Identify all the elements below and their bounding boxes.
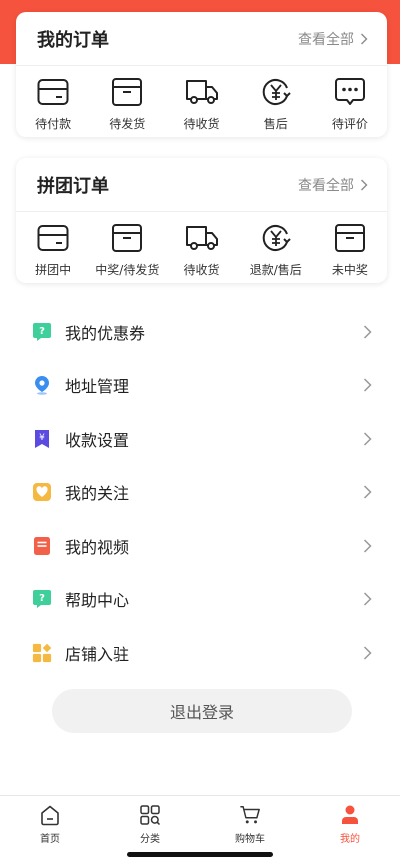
category-icon bbox=[139, 804, 161, 826]
svg-text:¥: ¥ bbox=[39, 433, 45, 443]
settings-menu: ? 我的优惠券 地址管理 ¥ 收款设置 我的关注 我的视频 ? 帮助中心 店铺入… bbox=[0, 305, 400, 680]
group-orders-title: 拼团订单 bbox=[37, 175, 109, 197]
order-pending-payment[interactable]: 待付款 bbox=[16, 66, 90, 137]
group-order-pending-receipt[interactable]: 待收货 bbox=[164, 212, 238, 283]
view-all-label: 查看全部 bbox=[298, 31, 354, 48]
tab-label: 分类 bbox=[140, 834, 160, 845]
order-pending-review[interactable]: 待评价 bbox=[313, 66, 387, 137]
group-order-refund-after-sales[interactable]: 退款/售后 bbox=[239, 212, 313, 283]
box-icon bbox=[333, 221, 367, 255]
heart-icon bbox=[32, 482, 52, 502]
refund-icon bbox=[259, 221, 293, 255]
menu-item-label: 帮助中心 bbox=[65, 591, 130, 611]
profile-icon bbox=[339, 804, 361, 826]
group-order-item-label: 拼团中 bbox=[35, 263, 72, 277]
chevron-right-icon bbox=[363, 432, 372, 446]
tab-profile[interactable]: 我的 bbox=[300, 796, 400, 864]
payment-icon: ¥ bbox=[32, 429, 52, 449]
menu-item-label: 店铺入驻 bbox=[65, 644, 130, 664]
my-orders-card: 我的订单 查看全部 待付款 待发货 待收货 售后 待评价 bbox=[16, 12, 387, 137]
view-all-label: 查看全部 bbox=[298, 177, 354, 194]
my-orders-view-all-link[interactable]: 查看全部 bbox=[298, 29, 368, 49]
group-order-not-won[interactable]: 未中奖 bbox=[313, 212, 387, 283]
help-icon: ? bbox=[32, 589, 52, 609]
chevron-right-icon bbox=[361, 179, 368, 190]
refund-icon bbox=[259, 75, 293, 109]
group-orders-view-all-link[interactable]: 查看全部 bbox=[298, 175, 368, 195]
order-after-sales[interactable]: 售后 bbox=[239, 66, 313, 137]
menu-item-help-center[interactable]: ? 帮助中心 bbox=[0, 573, 400, 627]
card-icon bbox=[36, 75, 70, 109]
order-pending-receipt[interactable]: 待收货 bbox=[164, 66, 238, 137]
svg-text:?: ? bbox=[39, 593, 45, 604]
svg-text:?: ? bbox=[39, 326, 45, 337]
chevron-right-icon bbox=[363, 325, 372, 339]
group-order-item-label: 未中奖 bbox=[331, 263, 368, 277]
coupon-icon: ? bbox=[32, 322, 52, 342]
group-order-in-progress[interactable]: 拼团中 bbox=[16, 212, 90, 283]
group-orders-card: 拼团订单 查看全部 拼团中 中奖/待发货 待收货 退款/售后 未中奖 bbox=[16, 158, 387, 283]
cart-icon bbox=[239, 804, 261, 826]
menu-item-store-registration[interactable]: 店铺入驻 bbox=[0, 626, 400, 680]
menu-item-payment-settings[interactable]: ¥ 收款设置 bbox=[0, 412, 400, 466]
my-orders-title: 我的订单 bbox=[37, 29, 109, 51]
group-order-item-label: 待收货 bbox=[183, 263, 220, 277]
tab-label: 我的 bbox=[340, 834, 360, 845]
menu-item-address[interactable]: 地址管理 bbox=[0, 359, 400, 413]
group-order-item-label: 中奖/待发货 bbox=[95, 263, 160, 277]
chevron-right-icon bbox=[363, 485, 372, 499]
chevron-right-icon bbox=[363, 378, 372, 392]
box-icon bbox=[110, 221, 144, 255]
my-orders-header: 我的订单 查看全部 bbox=[16, 12, 387, 66]
group-orders-header: 拼团订单 查看全部 bbox=[16, 158, 387, 212]
logout-button[interactable]: 退出登录 bbox=[52, 689, 352, 733]
truck-icon bbox=[185, 75, 219, 109]
store-icon bbox=[32, 643, 52, 663]
comment-icon bbox=[333, 75, 367, 109]
menu-item-label: 收款设置 bbox=[65, 430, 130, 450]
card-icon bbox=[36, 221, 70, 255]
tab-label: 首页 bbox=[40, 834, 60, 845]
location-icon bbox=[32, 375, 52, 395]
truck-icon bbox=[185, 221, 219, 255]
home-indicator bbox=[127, 852, 273, 857]
menu-item-label: 地址管理 bbox=[65, 377, 130, 397]
menu-item-label: 我的关注 bbox=[65, 484, 130, 504]
order-item-label: 待付款 bbox=[35, 117, 72, 131]
video-icon bbox=[32, 536, 52, 556]
order-item-label: 待收货 bbox=[183, 117, 220, 131]
chevron-right-icon bbox=[361, 33, 368, 44]
chevron-right-icon bbox=[363, 592, 372, 606]
menu-item-following[interactable]: 我的关注 bbox=[0, 466, 400, 520]
box-icon bbox=[110, 75, 144, 109]
tab-home[interactable]: 首页 bbox=[0, 796, 100, 864]
menu-item-label: 我的视频 bbox=[65, 537, 130, 557]
tab-label: 购物车 bbox=[235, 834, 265, 845]
menu-item-label: 我的优惠券 bbox=[65, 323, 146, 343]
order-item-label: 售后 bbox=[263, 117, 288, 131]
order-pending-shipment[interactable]: 待发货 bbox=[90, 66, 164, 137]
home-icon bbox=[39, 804, 61, 826]
order-item-label: 待发货 bbox=[109, 117, 146, 131]
group-order-won-pending-shipment[interactable]: 中奖/待发货 bbox=[90, 212, 164, 283]
chevron-right-icon bbox=[363, 539, 372, 553]
menu-item-videos[interactable]: 我的视频 bbox=[0, 519, 400, 573]
menu-item-coupons[interactable]: ? 我的优惠券 bbox=[0, 305, 400, 359]
chevron-right-icon bbox=[363, 646, 372, 660]
order-item-label: 待评价 bbox=[331, 117, 368, 131]
group-order-item-label: 退款/售后 bbox=[249, 263, 302, 277]
